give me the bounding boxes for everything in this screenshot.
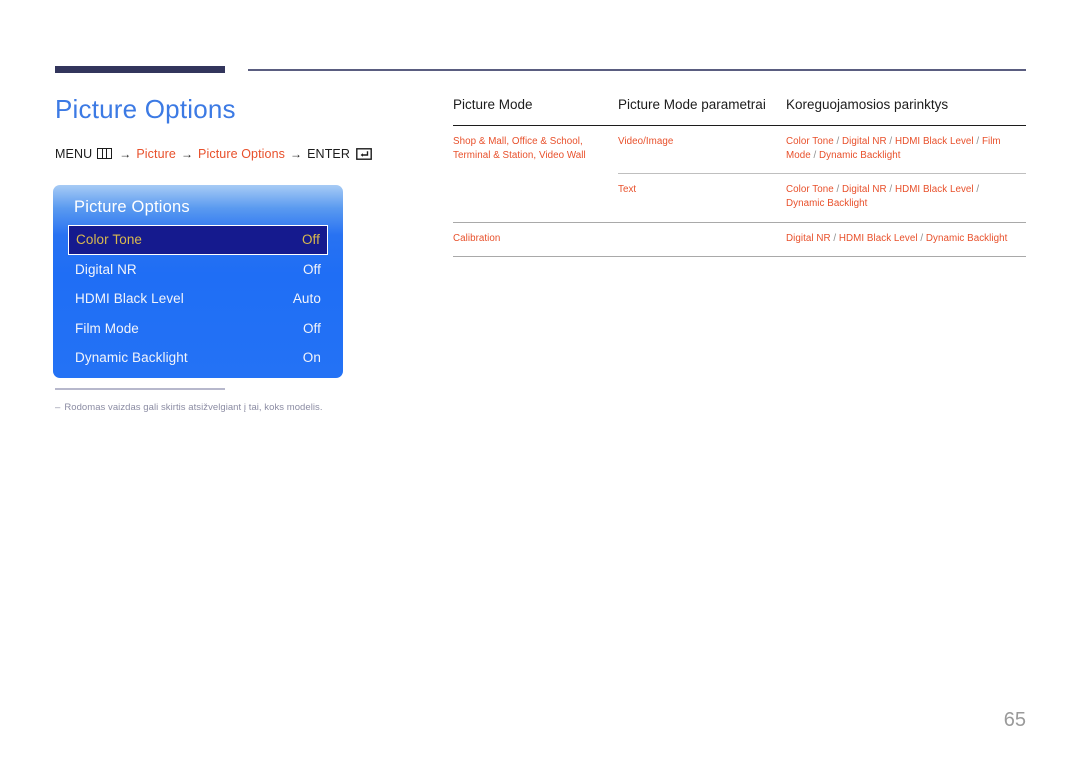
osd-menu-list: Color Tone Off Digital NR Off HDMI Black… xyxy=(53,225,343,373)
column-header-koreguojamosios-parinktys: Koreguojamosios parinktys xyxy=(786,96,1026,126)
breadcrumb-arrow-2: → xyxy=(180,146,194,161)
osd-row-color-tone[interactable]: Color Tone Off xyxy=(68,225,328,255)
picture-mode-table: Picture Mode Picture Mode parametrai Kor… xyxy=(453,96,1026,257)
footnote-message: Rodomas vaizdas gali skirtis atsižvelgia… xyxy=(64,402,323,413)
breadcrumb-enter-label: ENTER xyxy=(307,146,350,161)
footnote-dash: – xyxy=(55,402,61,413)
breadcrumb-menu-label: MENU xyxy=(55,146,93,161)
breadcrumb-link-picture-options[interactable]: Picture Options xyxy=(198,147,285,161)
osd-value: Off xyxy=(301,232,320,248)
menu-grid-icon xyxy=(97,148,113,160)
breadcrumb-link-picture[interactable]: Picture xyxy=(136,147,176,161)
osd-label: Film Mode xyxy=(75,320,139,336)
column-header-picture-mode-parametrai: Picture Mode parametrai xyxy=(618,96,786,126)
header-rule-thick xyxy=(55,66,225,73)
cell-picture-mode: Calibration xyxy=(453,222,618,257)
osd-label: Dynamic Backlight xyxy=(75,350,188,366)
osd-panel-title: Picture Options xyxy=(74,198,190,216)
osd-preview-panel: Picture Options Color Tone Off Digital N… xyxy=(53,185,343,378)
table-row: Calibration Digital NR / HDMI Black Leve… xyxy=(453,222,1026,257)
page-title: Picture Options xyxy=(55,94,236,124)
footnote-block: – Rodomas vaizdas gali skirtis atsižvelgi… xyxy=(55,388,395,413)
cell-picture-mode-parameter: Video/Image xyxy=(618,125,786,175)
osd-value: Auto xyxy=(292,291,321,307)
cell-picture-mode: Shop & Mall, Office & School, Terminal &… xyxy=(453,125,618,223)
column-header-picture-mode: Picture Mode xyxy=(453,96,618,126)
table-row: Shop & Mall, Office & School, Terminal &… xyxy=(453,125,1026,223)
breadcrumb-arrow-1: → xyxy=(119,146,132,161)
enter-return-icon xyxy=(356,147,372,160)
osd-label: Digital NR xyxy=(75,261,137,277)
header-rules xyxy=(0,0,1080,80)
cell-adjustable-options: Color Tone / Digital NR / HDMI Black Lev… xyxy=(786,173,1026,223)
table-header-row: Picture Mode Picture Mode parametrai Kor… xyxy=(453,96,1026,126)
cell-adjustable-options: Color Tone / Digital NR / HDMI Black Lev… xyxy=(786,125,1026,175)
osd-row-film-mode[interactable]: Film Mode Off xyxy=(68,314,328,344)
page-number: 65 xyxy=(1003,709,1026,731)
cell-picture-mode-parameter: Text xyxy=(618,173,786,223)
cell-adjustable-options: Digital NR / HDMI Black Level / Dynamic … xyxy=(786,222,1026,257)
breadcrumb: MENU → Picture → Picture Options → ENTER xyxy=(55,147,415,161)
footnote-text: – Rodomas vaizdas gali skirtis atsižvelgi… xyxy=(55,402,395,413)
osd-value: Off xyxy=(302,261,321,277)
osd-label: HDMI Black Level xyxy=(75,291,184,307)
osd-value: Off xyxy=(302,320,321,336)
header-rule-thin xyxy=(248,69,1026,71)
osd-row-hdmi-black-level[interactable]: HDMI Black Level Auto xyxy=(68,284,328,314)
osd-label: Color Tone xyxy=(76,232,143,248)
cell-picture-mode-parameter xyxy=(618,222,786,257)
osd-value: On xyxy=(302,350,321,366)
footnote-rule xyxy=(55,388,225,390)
osd-row-digital-nr[interactable]: Digital NR Off xyxy=(68,255,328,285)
left-column: Picture Options MENU → Picture → Picture… xyxy=(55,94,415,161)
breadcrumb-arrow-3: → xyxy=(290,146,303,161)
osd-row-dynamic-backlight[interactable]: Dynamic Backlight On xyxy=(68,343,328,373)
